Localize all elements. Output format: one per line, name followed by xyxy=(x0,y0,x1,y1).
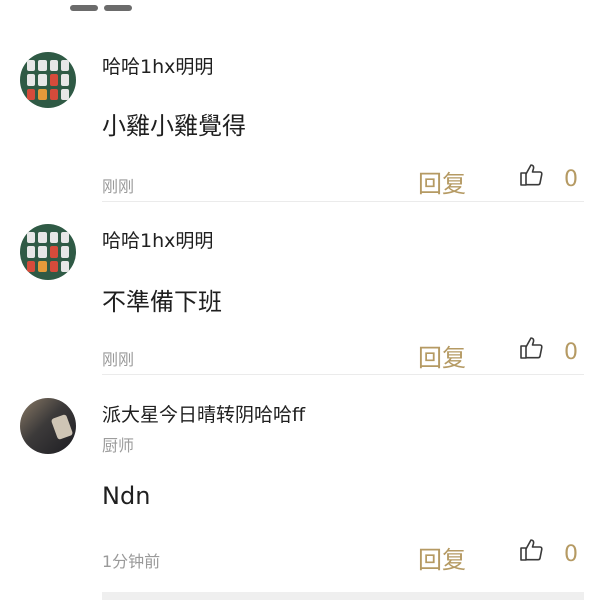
previous-content-edge xyxy=(70,0,160,11)
user-avatar[interactable] xyxy=(20,52,76,108)
like-count: 0 xyxy=(564,542,578,567)
thumbs-up-icon[interactable] xyxy=(518,336,544,360)
comment-text: Ndn xyxy=(102,482,151,510)
comment-time: 1分钟前 xyxy=(102,552,161,571)
like-count: 0 xyxy=(564,167,578,192)
comment-time: 刚刚 xyxy=(102,350,135,369)
comment-divider xyxy=(102,592,584,600)
reply-button[interactable]: 回复 xyxy=(418,540,466,575)
user-avatar[interactable] xyxy=(20,398,76,454)
user-title: 厨师 xyxy=(102,436,135,455)
comment-username[interactable]: 哈哈1hx明明 xyxy=(102,52,213,79)
comment-username[interactable]: 哈哈1hx明明 xyxy=(102,226,213,253)
thumbs-up-icon[interactable] xyxy=(518,538,544,562)
comment-username[interactable]: 派大星今日晴转阴哈哈ff xyxy=(102,400,305,427)
reply-button[interactable]: 回复 xyxy=(418,164,466,199)
thumbs-up-icon[interactable] xyxy=(518,163,544,187)
comment-text: 不準備下班 xyxy=(102,288,222,316)
like-count: 0 xyxy=(564,340,578,365)
comment-time: 刚刚 xyxy=(102,177,135,196)
comment-divider xyxy=(102,201,584,202)
comment-text: 小雞小雞覺得 xyxy=(102,112,246,140)
reply-button[interactable]: 回复 xyxy=(418,338,466,373)
comment-divider xyxy=(102,374,584,375)
user-avatar[interactable] xyxy=(20,224,76,280)
